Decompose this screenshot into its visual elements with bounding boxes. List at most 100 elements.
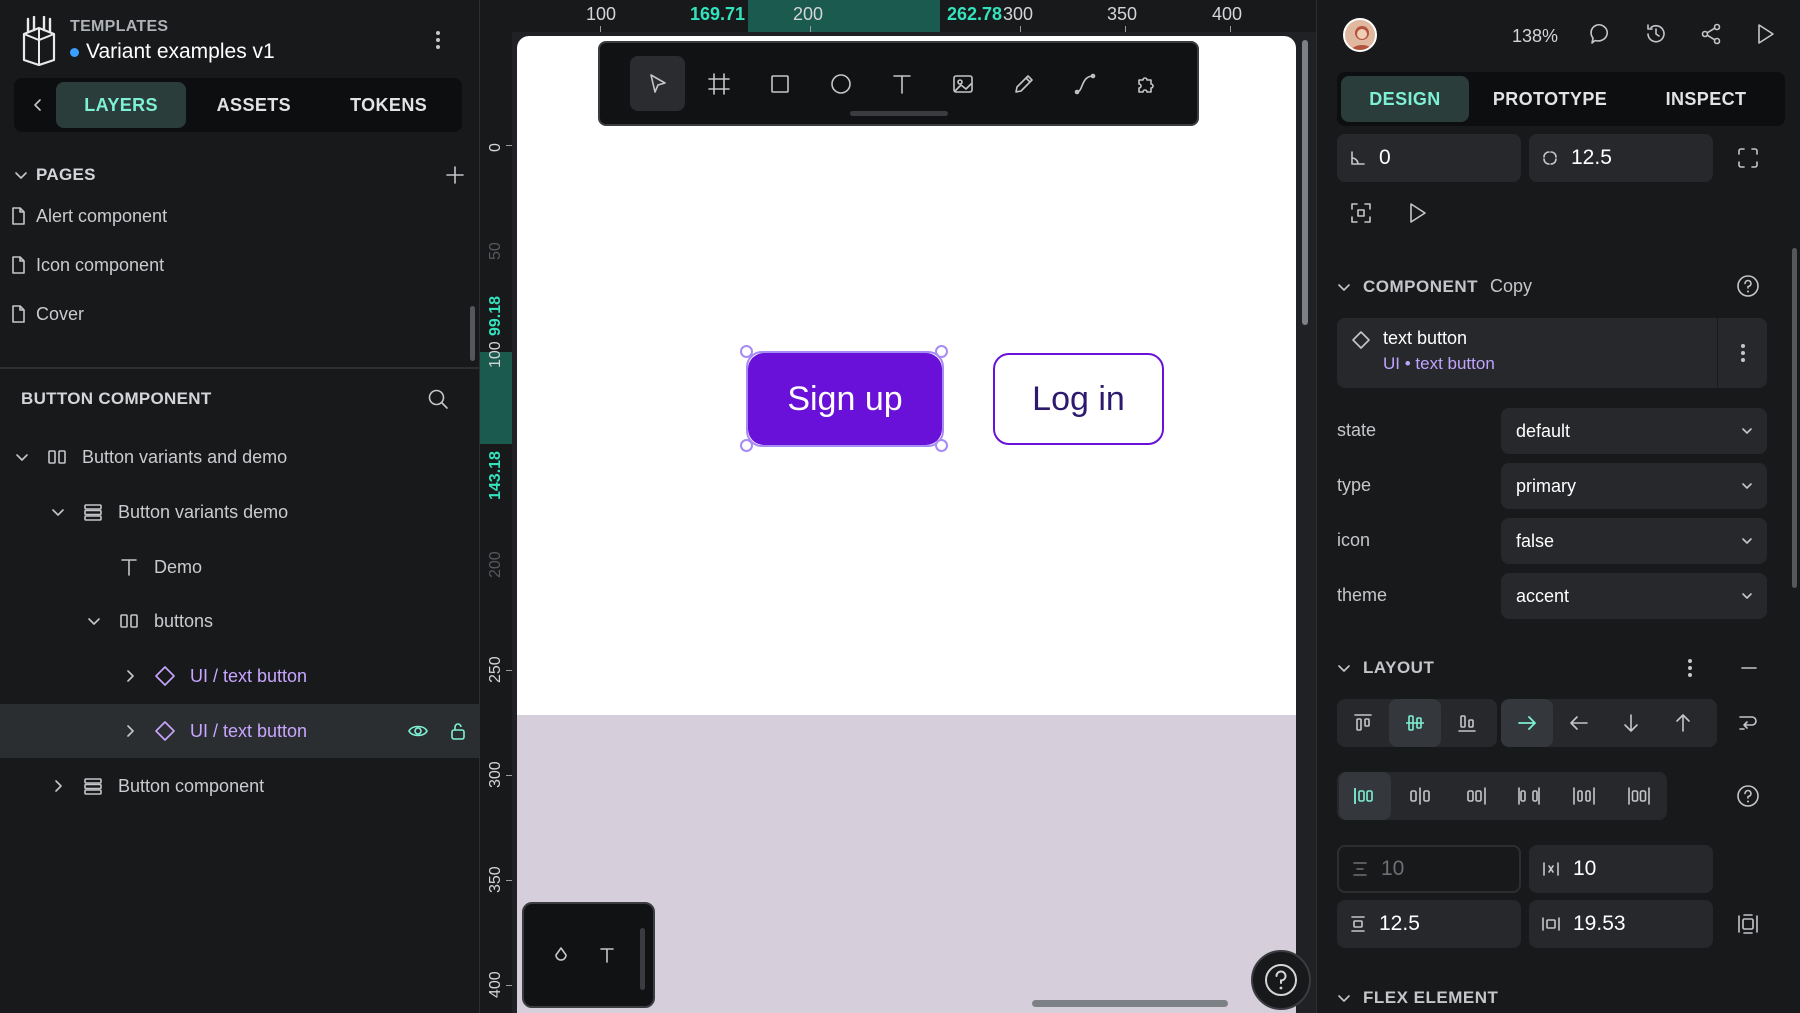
direction-column-reverse-button[interactable] <box>1657 699 1709 747</box>
help-icon[interactable] <box>1736 784 1760 808</box>
layer-row[interactable]: Button component <box>0 759 479 813</box>
layer-row[interactable]: Button variants and demo <box>0 430 479 484</box>
zoom-level[interactable]: 138% <box>1512 26 1558 47</box>
tab-layers[interactable]: LAYERS <box>55 82 187 128</box>
tool-pencil[interactable] <box>996 56 1051 111</box>
justify-space-evenly-icon <box>1628 787 1650 805</box>
padding-vertical-field[interactable]: 12.5 <box>1337 900 1521 948</box>
canvas-viewport[interactable]: 100 169.71 200 262.78 300 350 400 0 50 9… <box>480 0 1316 1013</box>
project-name[interactable]: Variant examples v1 <box>70 40 275 64</box>
tab-prototype[interactable]: PROTOTYPE <box>1469 76 1631 122</box>
flex-element-section-header[interactable]: FLEX ELEMENT <box>1337 988 1498 1008</box>
page-item[interactable]: Cover <box>10 296 450 332</box>
align-center-button[interactable] <box>1389 699 1441 747</box>
tool-path[interactable] <box>1057 56 1112 111</box>
canvas-scrollbar-horizontal[interactable] <box>1032 1000 1228 1007</box>
justify-space-between-button[interactable] <box>1503 772 1555 820</box>
tool-plugins[interactable] <box>1118 56 1173 111</box>
tab-assets[interactable]: ASSETS <box>186 82 321 128</box>
column-gap-field[interactable]: 10 <box>1529 845 1713 893</box>
palette-drag-handle[interactable] <box>640 928 645 990</box>
radius-field[interactable]: 12.5 <box>1529 134 1713 182</box>
toolbar-drag-handle[interactable] <box>850 111 948 116</box>
signup-button[interactable]: Sign up <box>748 353 942 445</box>
direction-row-reverse-button[interactable] <box>1553 699 1605 747</box>
tab-tokens[interactable]: TOKENS <box>321 82 456 128</box>
tool-ellipse[interactable] <box>813 56 868 111</box>
color-drop-icon[interactable] <box>552 946 570 964</box>
back-button[interactable] <box>20 84 56 126</box>
add-page-icon[interactable] <box>445 165 465 185</box>
resize-handle[interactable] <box>740 345 753 358</box>
tab-design[interactable]: DESIGN <box>1341 76 1469 122</box>
justify-center-button[interactable] <box>1394 772 1446 820</box>
comments-icon[interactable] <box>1589 22 1613 46</box>
layer-row[interactable]: UI / text button <box>0 649 479 703</box>
layer-row-selected[interactable]: UI / text button <box>0 704 479 758</box>
tool-image[interactable] <box>935 56 990 111</box>
search-icon[interactable] <box>427 388 449 410</box>
penpot-logo-icon[interactable] <box>18 16 60 66</box>
prop-select-theme[interactable]: accent <box>1501 573 1767 619</box>
row-gap-field[interactable]: 10 <box>1337 845 1521 893</box>
component-menu-button[interactable] <box>1717 318 1767 388</box>
visibility-eye-icon[interactable] <box>407 720 429 742</box>
pages-scrollbar[interactable] <box>470 306 475 361</box>
layer-row[interactable]: buttons <box>0 594 479 648</box>
tool-rectangle[interactable] <box>752 56 807 111</box>
prop-select-state[interactable]: default <box>1501 408 1767 454</box>
align-end-button[interactable] <box>1441 699 1493 747</box>
row-gap-icon <box>1353 862 1367 876</box>
tool-board[interactable] <box>691 56 746 111</box>
panel-divider[interactable] <box>0 367 479 369</box>
padding-horizontal-field[interactable]: 19.53 <box>1529 900 1713 948</box>
resize-handle[interactable] <box>935 345 948 358</box>
more-vertical-icon[interactable] <box>1687 657 1693 679</box>
prop-select-type[interactable]: primary <box>1501 463 1767 509</box>
justify-end-button[interactable] <box>1449 772 1501 820</box>
canvas-scrollbar-vertical[interactable] <box>1302 40 1308 325</box>
component-card[interactable]: text button UI • text button <box>1337 318 1767 388</box>
ruler-left-label-selected: 143.18 <box>487 451 504 500</box>
page-item[interactable]: Icon component <box>10 247 450 283</box>
component-section-header[interactable]: COMPONENT Copy <box>1337 276 1532 297</box>
align-start-button[interactable] <box>1337 699 1389 747</box>
wrap-icon[interactable] <box>1737 712 1759 734</box>
padding-independent-icon[interactable] <box>1736 912 1760 936</box>
resize-handle[interactable] <box>935 439 948 452</box>
history-icon[interactable] <box>1644 22 1668 46</box>
independent-corners-icon[interactable] <box>1736 146 1760 170</box>
resize-handle[interactable] <box>740 439 753 452</box>
fit-content-icon[interactable] <box>1349 201 1373 225</box>
tab-inspect[interactable]: INSPECT <box>1631 76 1781 122</box>
help-button[interactable] <box>1251 950 1311 1010</box>
rotation-field[interactable]: 0 <box>1337 134 1521 182</box>
play-prototype-icon[interactable] <box>1405 201 1429 225</box>
prop-label-state: state <box>1337 420 1377 440</box>
justify-start-button[interactable] <box>1339 772 1391 820</box>
page-item[interactable]: Alert component <box>10 198 450 234</box>
share-icon[interactable] <box>1699 22 1723 46</box>
user-avatar[interactable] <box>1343 18 1377 52</box>
help-icon[interactable] <box>1736 274 1760 298</box>
remove-layout-icon[interactable] <box>1739 658 1759 678</box>
lock-icon[interactable] <box>447 720 469 742</box>
justify-space-around-button[interactable] <box>1558 772 1610 820</box>
artboard[interactable] <box>517 36 1296 1013</box>
direction-column-button[interactable] <box>1605 699 1657 747</box>
layout-section-header[interactable]: LAYOUT <box>1337 658 1434 678</box>
layer-row[interactable]: Demo <box>0 540 479 594</box>
project-menu-icon[interactable] <box>428 28 448 52</box>
typography-icon[interactable] <box>598 946 616 964</box>
direction-row-button[interactable] <box>1501 699 1553 747</box>
login-button[interactable]: Log in <box>993 353 1164 445</box>
play-icon[interactable] <box>1753 22 1777 46</box>
properties-scrollbar[interactable] <box>1792 248 1797 588</box>
pages-header[interactable]: PAGES <box>0 155 480 195</box>
tool-move[interactable] <box>630 56 685 111</box>
prop-select-icon[interactable]: false <box>1501 518 1767 564</box>
layer-row[interactable]: Button variants demo <box>0 485 479 539</box>
tool-text[interactable] <box>874 56 929 111</box>
justify-space-evenly-button[interactable] <box>1613 772 1665 820</box>
padding-vertical-icon <box>1351 916 1365 932</box>
